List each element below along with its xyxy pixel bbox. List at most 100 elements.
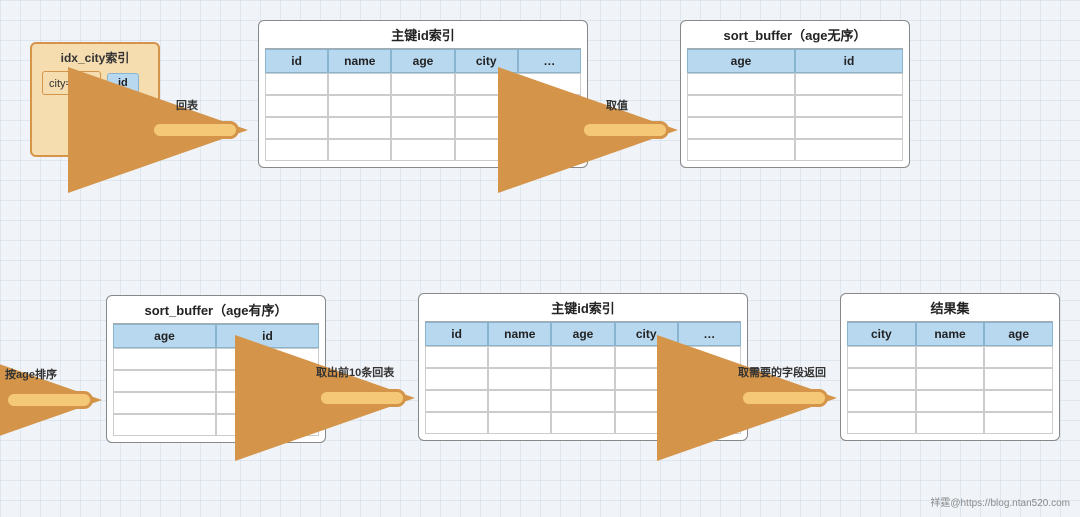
res-cell-3-3 <box>984 390 1053 412</box>
res-cell-1-3 <box>984 346 1053 368</box>
p2-cell-2-2 <box>488 368 551 390</box>
arrow-quchu-label: 取出前10条回表 <box>316 364 394 380</box>
sort-buffer-title-2: sort_buffer（age有序） <box>107 296 325 323</box>
p2-cell-2-3 <box>551 368 614 390</box>
res-cell-2-3 <box>984 368 1053 390</box>
cell-4-4 <box>455 139 518 161</box>
cell-1-4 <box>455 73 518 95</box>
idx-city-title: idx_city索引 <box>32 44 158 71</box>
res-cell-4-1 <box>847 412 916 434</box>
cell-3-5 <box>518 117 581 139</box>
sort-cell-4-2 <box>795 139 903 161</box>
p2-cell-4-5 <box>678 412 741 434</box>
city-label: city=深圳 <box>42 71 101 95</box>
p2-cell-3-2 <box>488 390 551 412</box>
col-name-1: name <box>328 49 391 73</box>
p2-cell-4-3 <box>551 412 614 434</box>
arrow-quneed-label: 取需要的字段返回 <box>738 364 826 380</box>
sort-cell-4-1 <box>687 139 795 161</box>
sort-cell-2-2 <box>795 95 903 117</box>
sort-cell-1-2 <box>795 73 903 95</box>
primary-table-2: id name age city … <box>425 321 741 434</box>
col-id-1: id <box>265 49 328 73</box>
sort-buffer-box-1: sort_buffer（age无序） age id <box>680 20 910 168</box>
cell-4-3 <box>391 139 454 161</box>
arrow-huitbiao-label: 回表 <box>176 97 198 113</box>
res-cell-4-3 <box>984 412 1053 434</box>
p2-cell-4-2 <box>488 412 551 434</box>
cell-4-5 <box>518 139 581 161</box>
p2-cell-1-2 <box>488 346 551 368</box>
p2-cell-1-4 <box>615 346 678 368</box>
sort2-cell-4-2 <box>216 414 319 436</box>
col2-id: id <box>425 322 488 346</box>
p2-cell-1-1 <box>425 346 488 368</box>
p2-cell-3-1 <box>425 390 488 412</box>
idx-row-3: id <box>42 123 148 143</box>
arrow-huitbiao <box>160 110 250 150</box>
col-age-1: age <box>391 49 454 73</box>
idx-row-2: id <box>42 99 148 119</box>
cell-1-5 <box>518 73 581 95</box>
id-cell-2: id <box>98 99 130 119</box>
cell-4-1 <box>265 139 328 161</box>
primary-index-title-1: 主键id索引 <box>259 21 587 48</box>
cell-3-2 <box>328 117 391 139</box>
sort-cell-2-1 <box>687 95 795 117</box>
sort-cell-1-1 <box>687 73 795 95</box>
p2-cell-4-4 <box>615 412 678 434</box>
cell-3-3 <box>391 117 454 139</box>
cell-1-1 <box>265 73 328 95</box>
cell-2-5 <box>518 95 581 117</box>
col2-name: name <box>488 322 551 346</box>
col2-city: city <box>615 322 678 346</box>
res-cell-2-2 <box>916 368 985 390</box>
primary-table-1: id name age city … <box>265 48 581 161</box>
arrow-quzhi <box>590 110 680 150</box>
result-box: 结果集 city name age <box>840 293 1060 441</box>
sort-buffer-title-1: sort_buffer（age无序） <box>681 21 909 48</box>
p2-cell-1-5 <box>678 346 741 368</box>
sort-col-age-2: age <box>113 324 216 348</box>
sort-table-1: age id <box>687 48 903 161</box>
sort-col-age-1: age <box>687 49 795 73</box>
res-cell-3-2 <box>916 390 985 412</box>
col-dots-1: … <box>518 49 581 73</box>
sort-cell-3-2 <box>795 117 903 139</box>
arrow-quneed <box>749 378 839 418</box>
id-cell-3: id <box>98 123 130 143</box>
cell-1-3 <box>391 73 454 95</box>
cell-1-2 <box>328 73 391 95</box>
cell-2-1 <box>265 95 328 117</box>
res-col-name: name <box>916 322 985 346</box>
p2-cell-4-1 <box>425 412 488 434</box>
cell-2-4 <box>455 95 518 117</box>
sort2-cell-2-1 <box>113 370 216 392</box>
sort2-cell-3-2 <box>216 392 319 414</box>
idx-row-1: city=深圳 id <box>42 71 148 95</box>
res-cell-3-1 <box>847 390 916 412</box>
primary-index-box-2: 主键id索引 id name age city … <box>418 293 748 441</box>
cell-2-2 <box>328 95 391 117</box>
cell-4-2 <box>328 139 391 161</box>
p2-cell-3-3 <box>551 390 614 412</box>
p2-cell-3-4 <box>615 390 678 412</box>
sort-col-id-1: id <box>795 49 903 73</box>
p2-cell-2-5 <box>678 368 741 390</box>
sort-col-id-2: id <box>216 324 319 348</box>
primary-index-title-2: 主键id索引 <box>419 294 747 321</box>
arrow-quchu <box>327 378 417 418</box>
idx-rows: city=深圳 id id id <box>32 71 158 155</box>
result-title: 结果集 <box>841 294 1059 321</box>
sort2-cell-1-2 <box>216 348 319 370</box>
idx-city-box: idx_city索引 city=深圳 id id id <box>30 42 160 157</box>
arrow-anage-label: 按age排序 <box>5 366 57 382</box>
res-cell-4-2 <box>916 412 985 434</box>
col2-dots: … <box>678 322 741 346</box>
res-cell-1-1 <box>847 346 916 368</box>
primary-index-box-1: 主键id索引 id name age city … <box>258 20 588 168</box>
id-cell-1: id <box>107 73 139 93</box>
sort2-cell-2-2 <box>216 370 319 392</box>
cell-2-3 <box>391 95 454 117</box>
watermark: 祥霆@https://blog.ntan520.com <box>930 494 1070 509</box>
